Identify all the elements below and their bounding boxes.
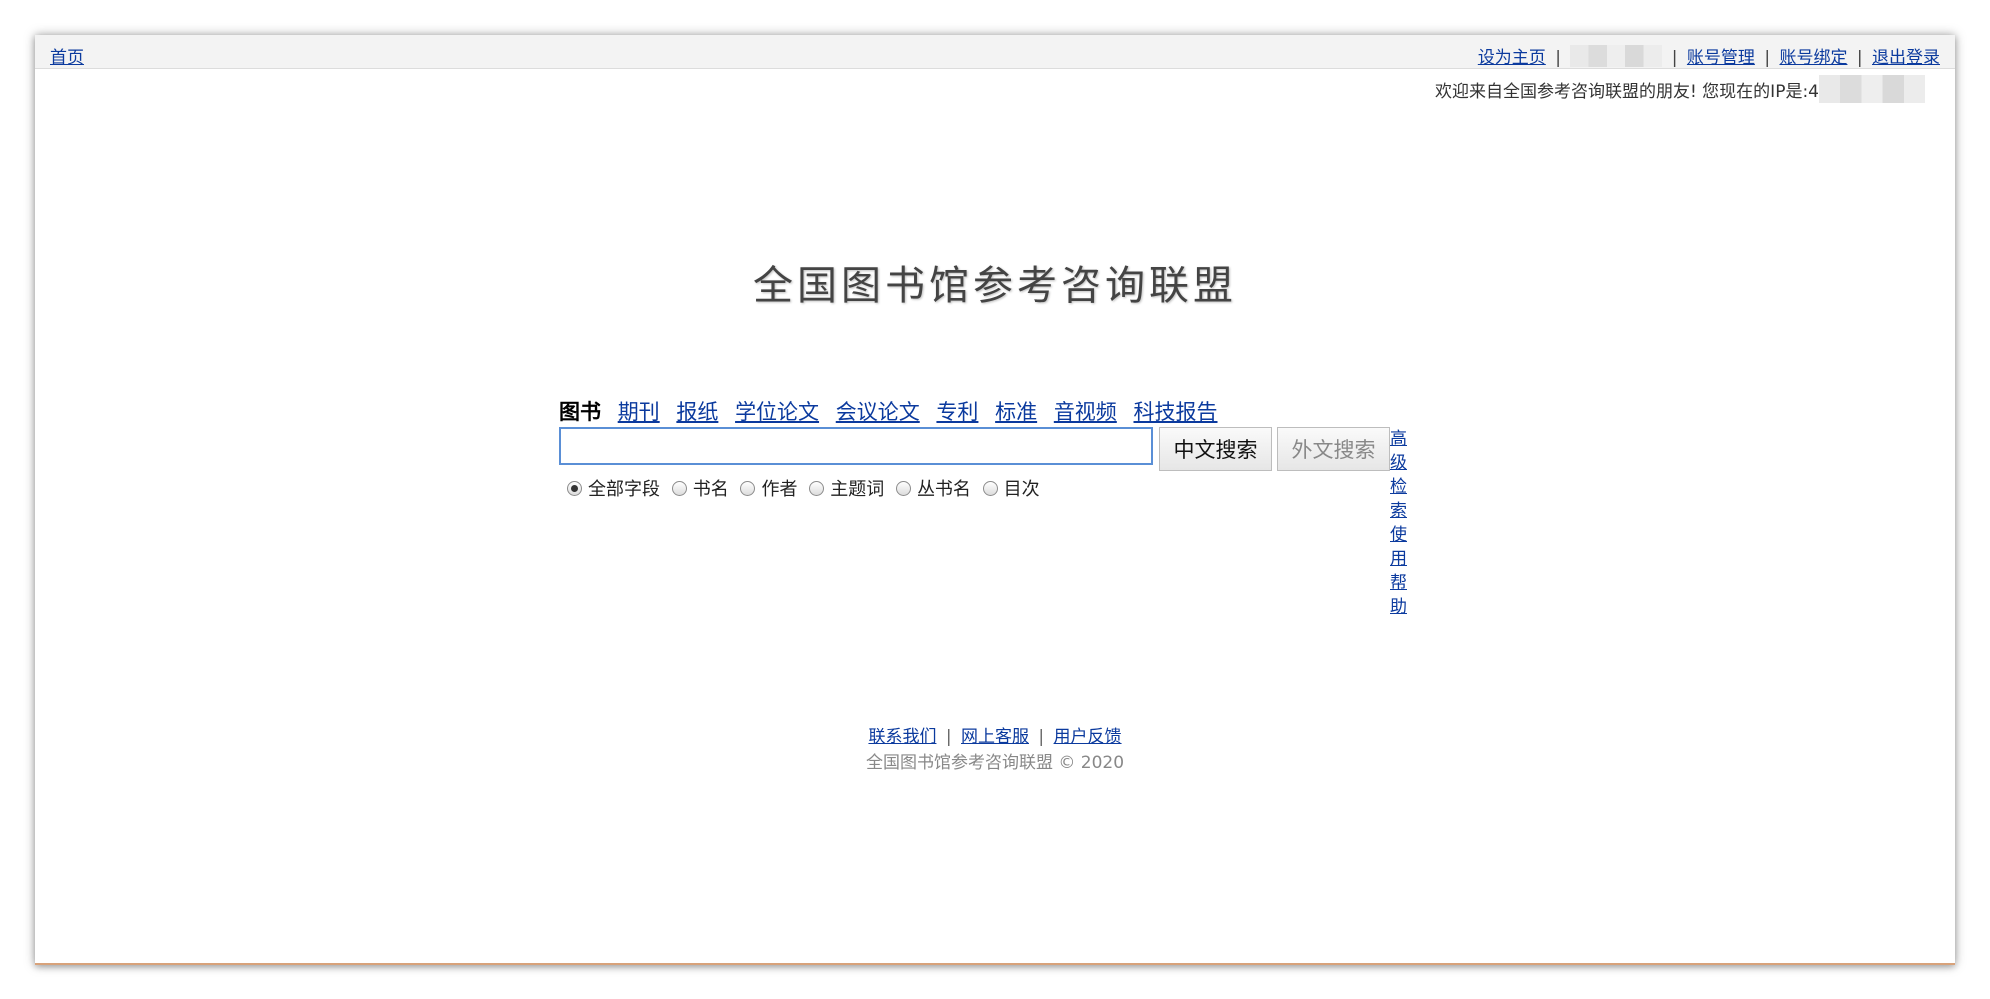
radio-button[interactable] [982, 480, 998, 496]
chinese-search-button[interactable]: 中文搜索 [1159, 427, 1272, 471]
home-link[interactable]: 首页 [50, 43, 84, 68]
redacted-ip [1819, 75, 1925, 103]
separator: | [1555, 48, 1561, 68]
redacted-username [1570, 45, 1663, 67]
tab-theses[interactable]: 学位论文 [735, 400, 819, 424]
account-bind-link[interactable]: 账号绑定 [1779, 48, 1847, 68]
separator: | [1856, 48, 1863, 68]
set-homepage-link[interactable]: 设为主页 [1478, 48, 1546, 68]
account-manage-link[interactable]: 账号管理 [1687, 48, 1755, 68]
online-service-link[interactable]: 网上客服 [961, 727, 1029, 747]
separator: | [1038, 727, 1045, 747]
option-label: 主题词 [830, 479, 885, 500]
option-all-fields[interactable]: 全部字段 [567, 475, 660, 501]
separator: | [1764, 48, 1771, 68]
option-contents[interactable]: 目次 [982, 475, 1040, 501]
browser-page: 首页 设为主页 | | 账号管理 | 账号绑定 | 退出登录 欢迎来自全国参考咨… [35, 35, 1955, 965]
option-author[interactable]: 作者 [740, 475, 797, 501]
tab-standards[interactable]: 标准 [995, 400, 1037, 424]
search-side-links: 高级检索 使用帮助 [1390, 427, 1407, 619]
radio-button[interactable] [671, 480, 687, 496]
tab-newspapers[interactable]: 报纸 [676, 400, 718, 424]
foreign-search-button[interactable]: 外文搜索 [1277, 427, 1390, 471]
copyright: 全国图书馆参考咨询联盟 © 2020 [865, 753, 1125, 773]
option-label: 目次 [1003, 479, 1040, 500]
top-links: 设为主页 | | 账号管理 | 账号绑定 | 退出登录 [1478, 43, 1940, 68]
option-title[interactable]: 书名 [671, 475, 729, 501]
tab-conference-papers[interactable]: 会议论文 [836, 400, 920, 424]
option-label: 全部字段 [588, 479, 660, 500]
top-bar: 首页 设为主页 | | 账号管理 | 账号绑定 | 退出登录 [35, 35, 1955, 69]
search-field-options: 全部字段 书名 作者 主题词 丛书名 目次 [567, 475, 1046, 501]
footer-links: 联系我们 | 网上客服 | 用户反馈 [35, 722, 1955, 747]
logout-link[interactable]: 退出登录 [1872, 48, 1940, 68]
radio-button[interactable] [740, 480, 756, 496]
option-label: 书名 [692, 479, 729, 500]
option-label: 作者 [761, 479, 798, 500]
feedback-link[interactable]: 用户反馈 [1054, 727, 1122, 747]
option-label: 丛书名 [916, 479, 971, 500]
resource-tabs: 图书 期刊 报纸 学位论文 会议论文 专利 标准 音视频 科技报告 [559, 396, 1228, 426]
separator: | [945, 727, 952, 747]
radio-button[interactable] [809, 480, 825, 496]
separator: | [1671, 48, 1678, 68]
welcome-text: 欢迎来自全国参考咨询联盟的朋友! 您现在的IP是:4 [1434, 82, 1819, 102]
site-logo: 全国图书馆参考咨询联盟 [753, 263, 1237, 309]
radio-button[interactable] [895, 480, 911, 496]
tab-patents[interactable]: 专利 [936, 400, 978, 424]
tab-audio-video[interactable]: 音视频 [1054, 400, 1117, 424]
option-series[interactable]: 丛书名 [895, 475, 971, 501]
option-subject[interactable]: 主题词 [809, 475, 884, 501]
welcome-message: 欢迎来自全国参考咨询联盟的朋友! 您现在的IP是:4 [1434, 75, 1925, 103]
tab-journals[interactable]: 期刊 [618, 400, 660, 424]
advanced-search-link[interactable]: 高级检索 [1390, 429, 1407, 521]
help-link[interactable]: 使用帮助 [1390, 525, 1407, 617]
radio-button[interactable] [567, 480, 582, 496]
tab-books[interactable]: 图书 [559, 400, 601, 424]
search-input[interactable] [559, 427, 1153, 465]
contact-us-link[interactable]: 联系我们 [868, 727, 936, 747]
tab-tech-reports[interactable]: 科技报告 [1134, 400, 1218, 424]
